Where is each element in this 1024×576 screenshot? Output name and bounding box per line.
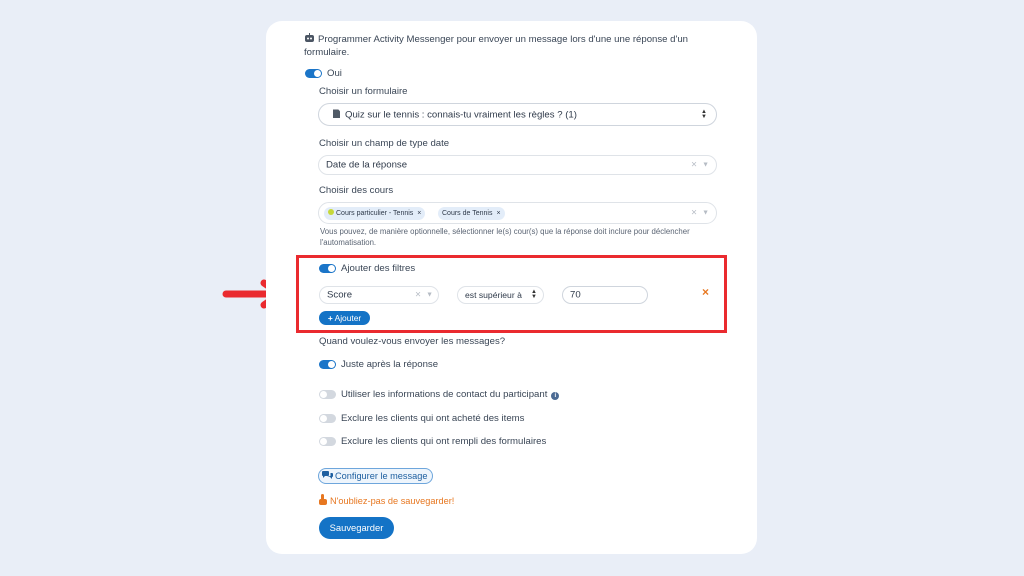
filters-highlight-box bbox=[296, 255, 727, 333]
intro-label: Programmer Activity Messenger pour envoy… bbox=[304, 34, 689, 58]
info-icon[interactable]: i bbox=[551, 392, 560, 400]
configure-message-button[interactable]: Configurer le message bbox=[318, 468, 434, 484]
clear-icon[interactable]: × bbox=[691, 208, 697, 219]
toggle-right-after[interactable] bbox=[319, 360, 336, 369]
courses-help-text: Vous pouvez, de manière optionnelle, sél… bbox=[320, 227, 690, 247]
tennis-ball-icon bbox=[328, 209, 334, 215]
form-select-value: Quiz sur le tennis : connais-tu vraiment… bbox=[345, 109, 577, 120]
chevron-down-icon[interactable]: ▼ bbox=[702, 162, 709, 169]
chip-remove-icon[interactable]: × bbox=[496, 210, 500, 217]
robot-icon bbox=[305, 33, 314, 42]
save-button[interactable]: Sauvegarder bbox=[319, 517, 394, 539]
chip-remove-icon[interactable]: × bbox=[417, 210, 421, 217]
chat-icon bbox=[322, 471, 333, 479]
form-select[interactable]: Quiz sur le tennis : connais-tu vraiment… bbox=[318, 103, 717, 126]
courses-select[interactable]: Cours particulier - Tennis × Cours de Ten… bbox=[318, 202, 717, 224]
when-label: Quand voulez-vous envoyer les messages? bbox=[319, 336, 506, 347]
updown-icon: ▲ ▼ bbox=[701, 108, 707, 120]
date-field-select[interactable]: Date de la réponse × ▼ bbox=[318, 155, 717, 175]
date-field-label: Choisir un champ de type date bbox=[319, 138, 450, 149]
toggle-exclude-items-label: Exclure les clients qui ont acheté des i… bbox=[341, 413, 525, 424]
main-toggle[interactable] bbox=[305, 69, 322, 78]
toggle-exclude-forms[interactable] bbox=[319, 437, 336, 446]
toggle-use-contact[interactable] bbox=[319, 390, 336, 399]
hand-icon bbox=[319, 494, 327, 505]
toggle-exclude-items[interactable] bbox=[319, 414, 336, 423]
course-chip[interactable]: Cours particulier - Tennis × bbox=[324, 207, 426, 220]
course-chip[interactable]: Cours de Tennis × bbox=[438, 207, 505, 220]
toggle-exclude-forms-label: Exclure les clients qui ont rempli des f… bbox=[341, 436, 547, 447]
save-reminder: N'oubliez-pas de sauvegarder! bbox=[319, 494, 454, 506]
form-select-label: Choisir un formulaire bbox=[319, 86, 408, 97]
toggle-use-contact-label: Utiliser les informations de contact du … bbox=[341, 389, 560, 400]
document-icon bbox=[333, 109, 340, 118]
courses-label: Choisir des cours bbox=[319, 185, 394, 196]
intro-text: Programmer Activity Messenger pour envoy… bbox=[304, 33, 724, 59]
main-toggle-label: Oui bbox=[327, 68, 342, 79]
date-field-value: Date de la réponse bbox=[326, 159, 408, 171]
toggle-right-after-label: Juste après la réponse bbox=[341, 359, 439, 370]
clear-icon[interactable]: × bbox=[691, 160, 697, 171]
chevron-down-icon[interactable]: ▼ bbox=[702, 210, 709, 217]
